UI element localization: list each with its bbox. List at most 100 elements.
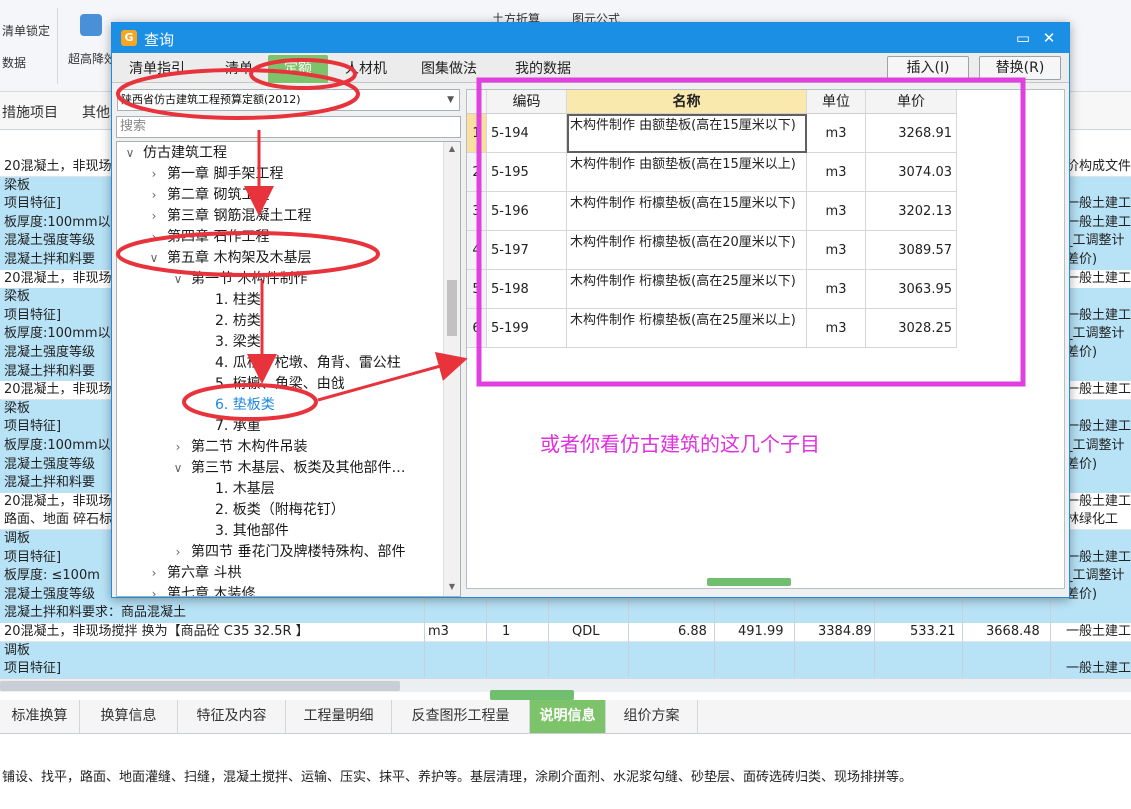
- tree-node[interactable]: ∨ 仿古建筑工程: [123, 143, 227, 164]
- results-splitter-grip[interactable]: [707, 578, 791, 586]
- insert-button[interactable]: 插入(I): [887, 56, 969, 80]
- detail-tab-1[interactable]: 换算信息: [80, 700, 178, 733]
- tree-node[interactable]: › 第四章 石作工程: [147, 227, 270, 248]
- row-fee-category: 差价): [1066, 252, 1098, 267]
- cell-name: 木构件制作 桁檩垫板(高在25厘米以下): [567, 270, 807, 309]
- chevron-down-icon[interactable]: ▼: [447, 90, 454, 110]
- header-code[interactable]: 编码: [487, 90, 567, 114]
- dialog-tab-1[interactable]: 清单: [210, 55, 268, 83]
- tree-node-label: 3. 梁类: [215, 334, 261, 350]
- tree-node[interactable]: ∨ 第一节 木构件制作: [171, 269, 308, 290]
- row-description: 项目特征]: [4, 196, 62, 211]
- tree-node[interactable]: › 第四节 垂花门及牌楼特殊构、部件: [171, 542, 406, 563]
- header-index: [467, 90, 487, 114]
- header-name[interactable]: 名称: [567, 90, 807, 114]
- row-description: 板厚度:100mm以: [4, 438, 111, 453]
- cell-unit: m3: [807, 309, 866, 348]
- tree-node[interactable]: 6. 垫板类: [195, 395, 275, 416]
- tree-node[interactable]: › 第三章 钢筋混凝土工程: [147, 206, 312, 227]
- detail-tab-2[interactable]: 特征及内容: [178, 700, 286, 733]
- grid-hscroll-thumb[interactable]: [0, 681, 400, 691]
- toolbar-data[interactable]: 数据: [2, 54, 26, 71]
- row-description: 混凝土拌和料要: [4, 475, 96, 490]
- scroll-up-icon[interactable]: ▲: [447, 144, 457, 153]
- splitter-grip[interactable]: [490, 690, 574, 700]
- cell-unit: m3: [807, 114, 866, 153]
- chevron-right-icon[interactable]: ›: [147, 563, 161, 584]
- toolbar-overheight[interactable]: 超高降效: [68, 50, 116, 67]
- tree-node[interactable]: › 第一章 脚手架工程: [147, 164, 284, 185]
- row-description: 板厚度: ≤100m: [4, 568, 100, 583]
- tab-other[interactable]: 其他: [82, 102, 110, 122]
- table-row[interactable]: 1 5-194 木构件制作 由额垫板(高在15厘米以下) m3 3268.91: [467, 114, 957, 153]
- tree-scroll-thumb[interactable]: [447, 280, 457, 336]
- chevron-down-icon[interactable]: ∨: [171, 269, 185, 290]
- tab-measures[interactable]: 措施项目: [2, 102, 58, 122]
- cell-name: 木构件制作 桁檩垫板(高在15厘米以下): [567, 192, 807, 231]
- tree-node[interactable]: 4. 瓜柱、柁墩、角背、雷公柱: [195, 353, 401, 374]
- tree-node[interactable]: 5. 桁檩、角梁、由戗: [195, 374, 345, 395]
- chevron-down-icon[interactable]: ∨: [123, 143, 137, 164]
- detail-tab-0[interactable]: 标准换算: [0, 700, 80, 733]
- row-cell-v5: 3668.48: [986, 624, 1040, 639]
- chevron-right-icon[interactable]: ›: [147, 206, 161, 227]
- dialog-titlebar[interactable]: G 查询 ▭ ✕: [112, 23, 1069, 53]
- tree-node[interactable]: 7. 承重: [195, 416, 261, 437]
- scroll-down-icon[interactable]: ▼: [447, 582, 457, 591]
- chevron-right-icon[interactable]: ›: [147, 164, 161, 185]
- detail-tab-3[interactable]: 工程量明细: [286, 700, 392, 733]
- tree-node-label: 4. 瓜柱、柁墩、角背、雷公柱: [215, 355, 401, 371]
- dialog-tab-4[interactable]: 图集做法: [406, 55, 492, 83]
- header-unit[interactable]: 单位: [807, 90, 866, 114]
- overheight-icon[interactable]: [80, 14, 102, 36]
- tree-node[interactable]: › 第七章 木装修: [147, 584, 256, 596]
- row-description: 梁板: [4, 401, 31, 416]
- chevron-right-icon[interactable]: ›: [147, 185, 161, 206]
- tree-scrollbar[interactable]: ▲ ▼: [443, 142, 460, 596]
- chevron-down-icon[interactable]: ∨: [171, 458, 185, 479]
- tree-node[interactable]: › 第二章 砌筑工程: [147, 185, 270, 206]
- tree-node[interactable]: 3. 梁类: [195, 332, 261, 353]
- tree-node[interactable]: › 第二节 木构件吊装: [171, 437, 308, 458]
- replace-button[interactable]: 替换(R): [979, 56, 1061, 80]
- close-icon[interactable]: ✕: [1037, 27, 1061, 49]
- table-row[interactable]: 4 5-197 木构件制作 桁檩垫板(高在20厘米以下) m3 3089.57: [467, 231, 957, 270]
- chevron-right-icon[interactable]: ›: [147, 584, 161, 596]
- tree-node-label: 第三章 钢筋混凝土工程: [167, 208, 312, 224]
- search-input[interactable]: 搜索: [116, 116, 461, 138]
- row-fee-category: 价构成文件: [1066, 159, 1131, 174]
- tree-node-label: 第六章 斗栱: [167, 565, 242, 581]
- detail-tab-6[interactable]: 组价方案: [606, 700, 698, 733]
- dialog-tab-0[interactable]: 清单指引: [118, 55, 196, 83]
- tree-node[interactable]: 2. 枋类: [195, 311, 261, 332]
- table-row[interactable]: 3 5-196 木构件制作 桁檩垫板(高在15厘米以下) m3 3202.13: [467, 192, 957, 231]
- toolbar-lock-list[interactable]: 清单锁定: [2, 22, 50, 39]
- chevron-right-icon[interactable]: ›: [171, 542, 185, 563]
- cell-price: 3268.91: [866, 114, 957, 153]
- tree-node[interactable]: 2. 板类（附梅花钉）: [195, 500, 345, 521]
- header-price[interactable]: 单价: [866, 90, 957, 114]
- table-row[interactable]: 5 5-198 木构件制作 桁檩垫板(高在25厘米以下) m3 3063.95: [467, 270, 957, 309]
- chevron-down-icon[interactable]: ∨: [147, 248, 161, 269]
- dialog-tab-3[interactable]: 人材机: [330, 55, 402, 83]
- dialog-tab-5[interactable]: 我的数据: [498, 55, 588, 83]
- app-logo-icon: G: [121, 30, 137, 46]
- chevron-right-icon[interactable]: ›: [147, 227, 161, 248]
- library-select[interactable]: 陕西省仿古建筑工程预算定额(2012) ▼: [117, 89, 460, 111]
- cell-code: 5-199: [487, 309, 567, 348]
- detail-tab-5[interactable]: 说明信息: [530, 700, 606, 733]
- detail-tab-4[interactable]: 反查图形工程量: [392, 700, 530, 733]
- cell-unit: m3: [807, 231, 866, 270]
- tree-node[interactable]: ∨ 第三节 木基层、板类及其他部件…: [171, 458, 406, 479]
- tree-node[interactable]: ∨ 第五章 木构架及木基层: [147, 248, 312, 269]
- tree-node[interactable]: › 第六章 斗栱: [147, 563, 242, 584]
- table-row[interactable]: 6 5-199 木构件制作 桁檩垫板(高在25厘米以上) m3 3028.25: [467, 309, 957, 348]
- maximize-icon[interactable]: ▭: [1011, 27, 1035, 49]
- tree-node[interactable]: 3. 其他部件: [195, 521, 289, 542]
- table-row[interactable]: 2 5-195 木构件制作 由额垫板(高在15厘米以上) m3 3074.03: [467, 153, 957, 192]
- row-description: 板厚度:100mm以: [4, 215, 111, 230]
- dialog-tab-2[interactable]: 定额: [268, 55, 328, 83]
- tree-node[interactable]: 1. 木基层: [195, 479, 275, 500]
- tree-node[interactable]: 1. 柱类: [195, 290, 261, 311]
- chevron-right-icon[interactable]: ›: [171, 437, 185, 458]
